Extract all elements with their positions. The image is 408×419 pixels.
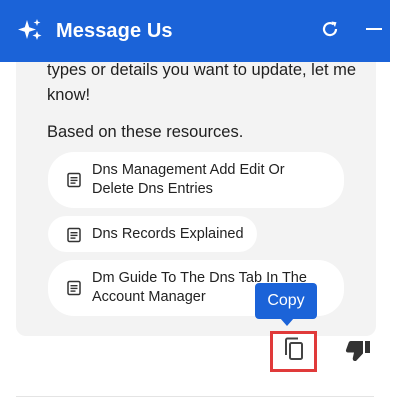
document-icon [66,172,82,188]
copy-icon [282,336,306,367]
chat-header: Message Us [0,0,390,62]
tooltip-arrow [280,318,294,326]
document-icon [66,227,82,243]
copy-button[interactable] [270,331,317,372]
refresh-icon[interactable] [318,17,342,41]
resource-link[interactable]: Dns Records Explained [48,216,257,252]
resource-link[interactable]: Dns Management Add Edit Or Delete Dns En… [48,152,344,208]
resources-heading: Based on these resources. [47,123,244,141]
divider [16,396,374,397]
resource-label: Dns Records Explained [92,226,244,242]
resource-label: Dns Management Add Edit Or Delete Dns En… [92,162,285,197]
thumbs-down-icon [344,339,372,368]
document-icon [66,280,82,296]
header-title: Message Us [56,19,173,42]
message-text: types or details you want to update, let… [47,61,357,104]
scrollbar[interactable] [390,0,408,419]
sparkle-icon [16,17,44,45]
minimize-icon[interactable] [362,17,386,41]
copy-tooltip: Copy [255,283,317,319]
thumbs-down-button[interactable] [343,340,373,366]
